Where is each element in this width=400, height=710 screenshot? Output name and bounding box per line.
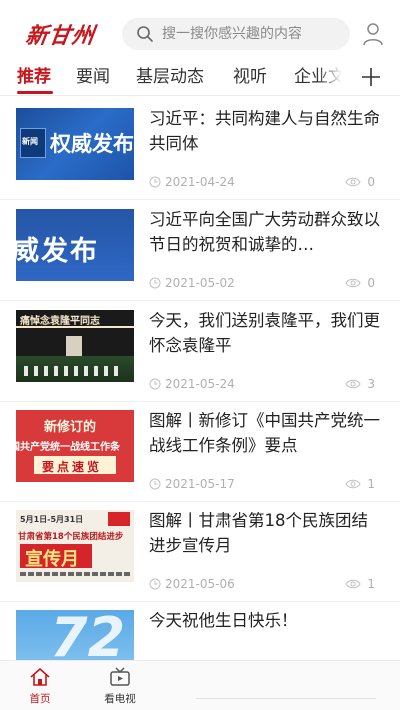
article-views: 0 bbox=[367, 175, 375, 189]
article-thumbnail: 新闻 权威发布 bbox=[16, 108, 134, 180]
eye-icon bbox=[345, 177, 361, 187]
logo-text: 新甘州 bbox=[23, 23, 97, 49]
eye-icon bbox=[345, 479, 361, 489]
app-header: 新甘州 搜一搜你感兴趣的内容 bbox=[0, 0, 400, 64]
thumbnail-line2: 甘肃省第18个民族团结进步 bbox=[18, 532, 124, 542]
article-views: 0 bbox=[367, 276, 375, 290]
article-date: 2021-05-06 bbox=[165, 577, 235, 591]
article-thumbnail: 威发布 bbox=[16, 209, 134, 281]
eye-icon bbox=[345, 278, 361, 288]
article-title: 习近平：共同构建人与自然生命共同体 bbox=[149, 109, 380, 153]
thumbnail-text: 痛悼念袁隆平同志 bbox=[20, 316, 100, 327]
article-meta: 2021-04-24 0 bbox=[149, 174, 381, 190]
article-title: 图解丨甘肃省第18个民族团结进步宣传月 bbox=[149, 511, 368, 555]
article-meta: 2021-05-02 0 bbox=[149, 275, 381, 291]
tab-recommend[interactable]: 推荐 bbox=[17, 66, 51, 88]
thumbnail-text: 威发布 bbox=[16, 236, 99, 267]
search-bar[interactable]: 搜一搜你感兴趣的内容 bbox=[122, 18, 350, 50]
clock-icon bbox=[149, 277, 161, 289]
thumbnail-line1: 新修订的 bbox=[44, 420, 97, 435]
article-title: 习近平向全国广大劳动群众致以节日的祝贺和诚挚的… bbox=[149, 210, 380, 254]
article-date: 2021-05-17 bbox=[165, 477, 235, 491]
thumbnail-text: 72 bbox=[50, 610, 126, 660]
tab-fade bbox=[318, 64, 342, 94]
thumbnail-side-text: 新闻 bbox=[22, 137, 38, 146]
article-date: 2021-04-24 bbox=[165, 175, 235, 189]
eye-icon bbox=[345, 379, 361, 389]
search-icon bbox=[137, 26, 153, 42]
tab-grassroots[interactable]: 基层动态 bbox=[136, 66, 204, 88]
nav-watch-tv-label: 看电视 bbox=[104, 693, 136, 705]
article-item[interactable]: 痛悼念袁隆平同志 今天，我们送别袁隆平，我们更怀念袁隆平 2021-05-24 … bbox=[0, 302, 400, 402]
thumbnail-line1: 5月1日-5月31日 bbox=[20, 515, 84, 524]
article-thumbnail: 72 bbox=[16, 610, 134, 660]
app-logo[interactable]: 新甘州 bbox=[22, 12, 104, 52]
clock-icon bbox=[149, 176, 161, 188]
article-views: 3 bbox=[367, 377, 375, 391]
clock-icon bbox=[149, 578, 161, 590]
tab-news[interactable]: 要闻 bbox=[76, 66, 110, 88]
category-tabs: 推荐 要闻 基层动态 视听 企业文 bbox=[0, 64, 400, 96]
article-item[interactable]: 72 今天祝他生日快乐！ bbox=[0, 602, 400, 660]
active-tab-indicator bbox=[17, 91, 53, 94]
article-views: 1 bbox=[367, 577, 375, 591]
thumbnail-line3: 要点速览 bbox=[42, 460, 103, 474]
article-views: 1 bbox=[367, 477, 375, 491]
article-thumbnail: 新修订的 国共产党统一战线工作条 要点速览 bbox=[16, 410, 134, 482]
article-item[interactable]: 新修订的 国共产党统一战线工作条 要点速览 图解丨新修订《中国共产党统一战线工作… bbox=[0, 402, 400, 502]
tv-icon bbox=[110, 667, 130, 686]
thumbnail-line2: 国共产党统一战线工作条 bbox=[16, 442, 120, 453]
article-title: 今天祝他生日快乐！ bbox=[149, 611, 298, 630]
user-icon[interactable] bbox=[362, 22, 384, 46]
thumbnail-line3: 宣传月 bbox=[25, 549, 79, 570]
article-title: 图解丨新修订《中国共产党统一战线工作条例》要点 bbox=[149, 411, 380, 455]
article-thumbnail: 痛悼念袁隆平同志 bbox=[16, 310, 134, 382]
clock-icon bbox=[149, 378, 161, 390]
nav-home-label: 首页 bbox=[29, 693, 51, 705]
article-thumbnail: 5月1日-5月31日 甘肃省第18个民族团结进步 宣传月 bbox=[16, 510, 134, 582]
tab-audio-visual[interactable]: 视听 bbox=[233, 66, 267, 88]
article-meta: 2021-05-17 1 bbox=[149, 476, 381, 492]
clock-icon bbox=[149, 478, 161, 490]
article-date: 2021-05-02 bbox=[165, 276, 235, 290]
bottom-navigation: 首页 看电视 bbox=[0, 660, 400, 710]
home-indicator bbox=[196, 698, 376, 699]
nav-home[interactable]: 首页 bbox=[10, 665, 70, 709]
eye-icon bbox=[345, 579, 361, 589]
home-icon bbox=[30, 668, 50, 686]
article-title: 今天，我们送别袁隆平，我们更怀念袁隆平 bbox=[149, 311, 380, 355]
search-placeholder: 搜一搜你感兴趣的内容 bbox=[162, 26, 302, 42]
article-item[interactable]: 威发布 习近平向全国广大劳动群众致以节日的祝贺和诚挚的… 2021-05-02 … bbox=[0, 201, 400, 301]
thumbnail-text: 权威发布 bbox=[50, 132, 134, 156]
article-meta: 2021-05-24 3 bbox=[149, 376, 381, 392]
add-channel-icon[interactable] bbox=[360, 66, 382, 88]
article-date: 2021-05-24 bbox=[165, 377, 235, 391]
article-item[interactable]: 5月1日-5月31日 甘肃省第18个民族团结进步 宣传月 图解丨甘肃省第18个民… bbox=[0, 502, 400, 602]
article-meta: 2021-05-06 1 bbox=[149, 576, 381, 592]
nav-watch-tv[interactable]: 看电视 bbox=[90, 665, 150, 709]
article-item[interactable]: 新闻 权威发布 习近平：共同构建人与自然生命共同体 2021-04-24 0 bbox=[0, 100, 400, 200]
